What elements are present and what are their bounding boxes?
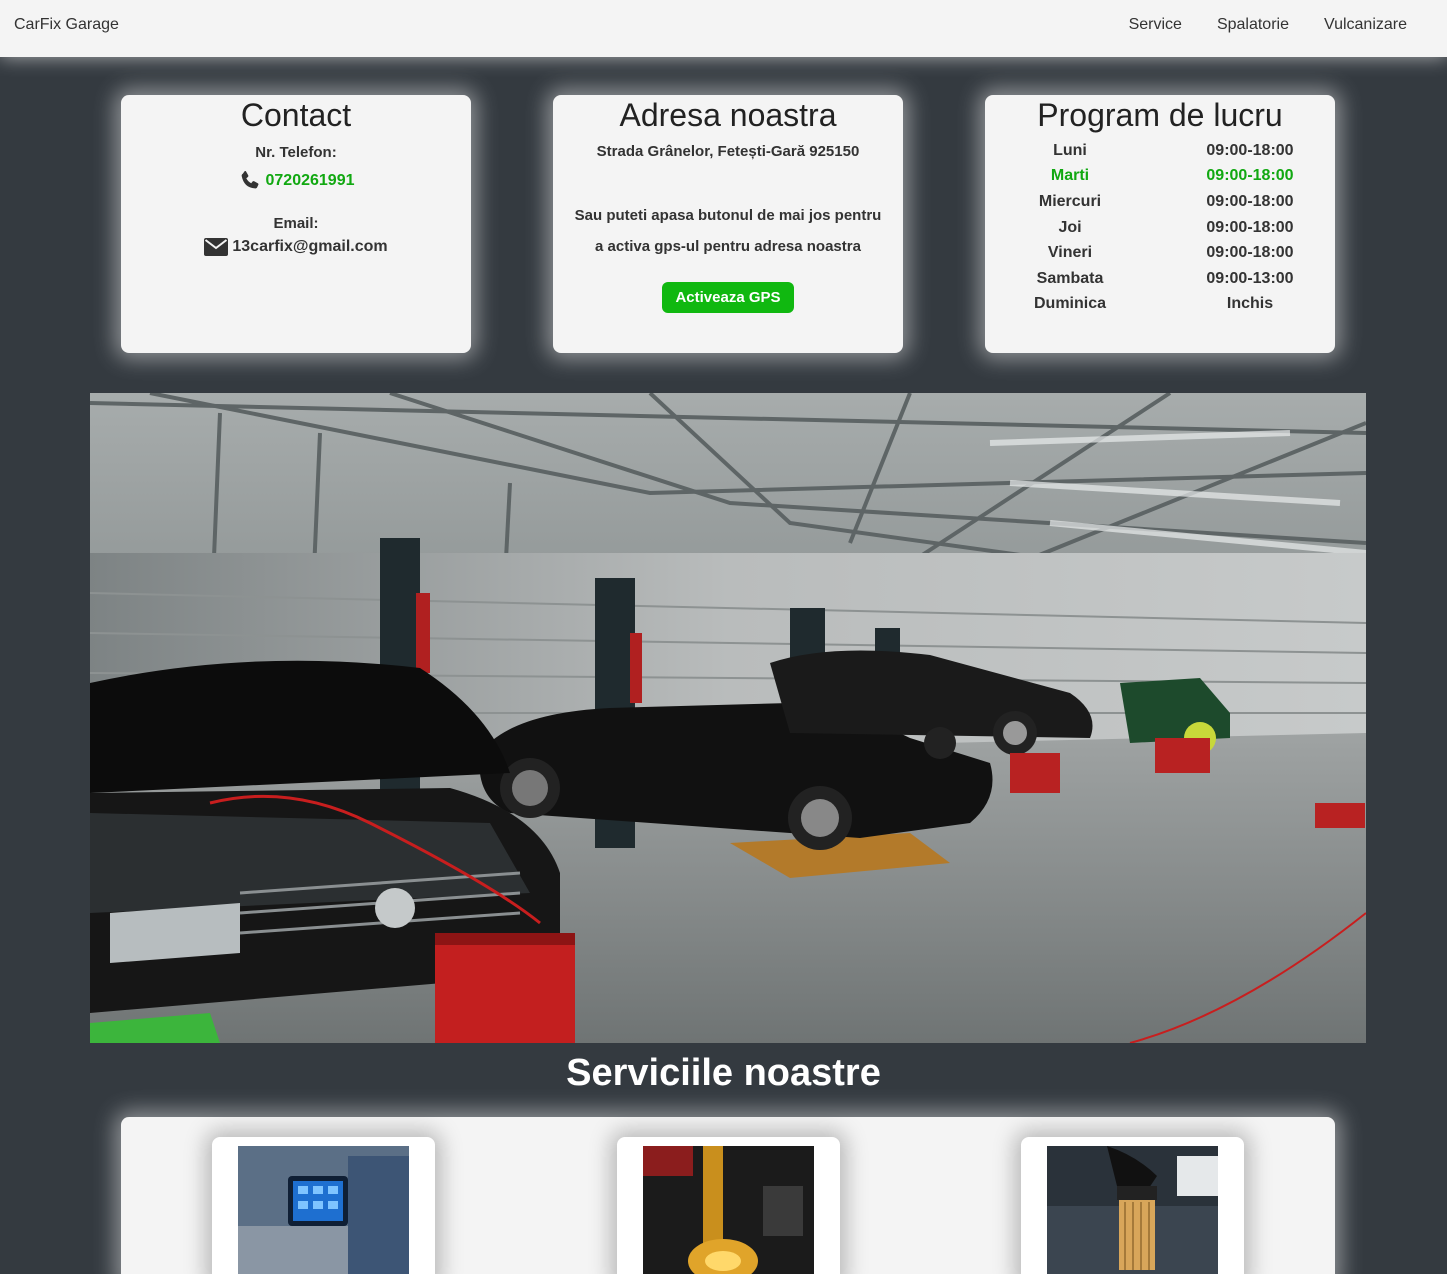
email-row: 13carfix@gmail.com xyxy=(121,238,471,256)
email-label: Email: xyxy=(273,215,319,232)
services-title: Serviciile noastre xyxy=(566,1052,881,1094)
services-panel xyxy=(121,1117,1335,1274)
hours-row-miercuri: Miercuri 09:00-18:00 xyxy=(1010,189,1310,215)
hours-time: 09:00-13:00 xyxy=(1206,269,1294,287)
address-card: Adresa noastra Strada Grânelor, Fetești-… xyxy=(553,95,903,353)
service-card-diagnostic[interactable] xyxy=(212,1137,435,1274)
service-card-filter[interactable] xyxy=(1021,1137,1244,1274)
hours-row-vineri: Vineri 09:00-18:00 xyxy=(1010,240,1310,266)
hours-time: 09:00-18:00 xyxy=(1206,218,1294,236)
hours-day: Miercuri xyxy=(1038,192,1102,210)
oil-change-image xyxy=(643,1146,814,1274)
gps-note: Sau puteti apasa butonul de mai jos pent… xyxy=(574,207,882,255)
envelope-icon xyxy=(204,238,229,256)
phone-link[interactable]: 0720261991 xyxy=(266,172,355,190)
hours-day: Sambata xyxy=(1036,269,1104,287)
hours-time: 09:00-18:00 xyxy=(1206,167,1294,185)
diagnostic-image xyxy=(238,1146,409,1274)
hours-row-marti: Marti 09:00-18:00 xyxy=(1010,164,1310,190)
nav-link-spalatorie[interactable]: Spalatorie xyxy=(1217,16,1289,34)
contact-title: Contact xyxy=(240,97,352,133)
phone-icon xyxy=(241,171,258,189)
garage-hero-image xyxy=(90,393,1366,1043)
phone-label: Nr. Telefon: xyxy=(255,144,337,161)
hours-time: 09:00-18:00 xyxy=(1206,244,1294,262)
hours-day: Marti xyxy=(1050,167,1090,185)
hours-row-duminica: Duminica Inchis xyxy=(1010,292,1310,318)
hours-time: 09:00-18:00 xyxy=(1206,192,1294,210)
phone-row: 0720261991 xyxy=(121,169,471,193)
hours-day: Duminica xyxy=(1033,295,1106,313)
garage-illustration xyxy=(90,393,1366,1043)
address-title: Adresa noastra xyxy=(619,97,837,133)
nav-link-service[interactable]: Service xyxy=(1129,16,1182,34)
street-address: Strada Grânelor, Fetești-Gară 925150 xyxy=(596,143,860,160)
nav-link-vulcanizare[interactable]: Vulcanizare xyxy=(1324,16,1407,34)
email-link[interactable]: 13carfix@gmail.com xyxy=(232,238,387,256)
hours-time: 09:00-18:00 xyxy=(1206,141,1294,159)
hours-row-joi: Joi 09:00-18:00 xyxy=(1010,215,1310,241)
brand-link[interactable]: CarFix Garage xyxy=(14,16,119,34)
activate-gps-button[interactable]: Activeaza GPS xyxy=(662,282,794,313)
hours-table: Luni 09:00-18:00 Marti 09:00-18:00 Mierc… xyxy=(1010,138,1310,317)
hours-day: Joi xyxy=(1058,218,1082,236)
navbar: CarFix Garage Service Spalatorie Vulcani… xyxy=(0,0,1447,57)
filter-image xyxy=(1047,1146,1218,1274)
hours-card: Program de lucru Luni 09:00-18:00 Marti … xyxy=(985,95,1335,353)
nav-links: Service Spalatorie Vulcanizare xyxy=(1129,16,1447,34)
service-card-oil-change[interactable] xyxy=(617,1137,840,1274)
hours-row-sambata: Sambata 09:00-13:00 xyxy=(1010,266,1310,292)
hours-row-luni: Luni 09:00-18:00 xyxy=(1010,138,1310,164)
hours-time: Inchis xyxy=(1226,295,1274,313)
hours-day: Vineri xyxy=(1047,244,1093,262)
contact-card: Contact Nr. Telefon: 0720261991 Email: 1… xyxy=(121,95,471,353)
hours-day: Luni xyxy=(1053,141,1087,159)
hours-title: Program de lucru xyxy=(1037,97,1283,133)
